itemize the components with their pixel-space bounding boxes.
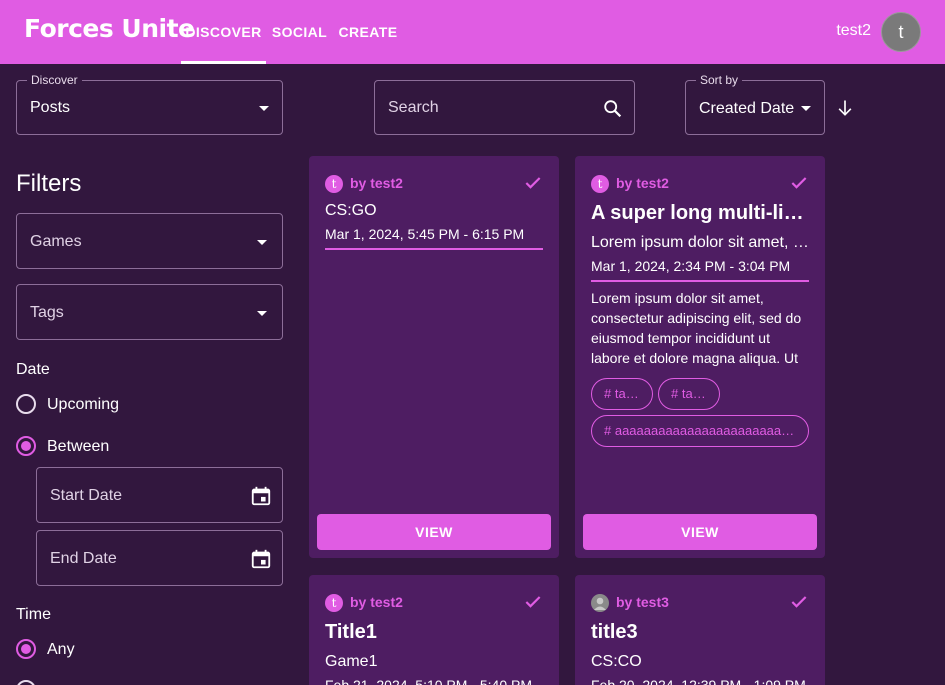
username-label: test2 [836, 22, 871, 39]
post-title: Title1 [325, 621, 377, 643]
active-tab-indicator [181, 61, 266, 64]
post-author[interactable]: by test2 [350, 175, 403, 191]
discover-select[interactable]: Discover Posts [16, 73, 283, 135]
tags-placeholder: Tags [30, 304, 64, 321]
date-label: Date [16, 361, 50, 378]
author-avatar-person [594, 597, 606, 610]
post-title: title3 [591, 621, 638, 643]
check-icon [791, 177, 807, 189]
tab-social[interactable]: SOCIAL [266, 0, 333, 64]
post-time: Feb 21, 2024, 5:10 PM - 5:40 PM [325, 677, 543, 685]
radio-between[interactable] [16, 436, 36, 456]
post-title: A super long multi-line title that goes … [591, 202, 809, 224]
start-date-field[interactable]: Start Date [36, 467, 283, 523]
post-author[interactable]: by test2 [616, 175, 669, 191]
post-game: CS:CO [591, 653, 642, 670]
app-bar: Forces Unite DISCOVER SOCIAL CREATE test… [0, 0, 945, 64]
post-body: Lorem ipsum dolor sit amet, consectetur … [591, 290, 802, 366]
radio-between-label[interactable]: Between [47, 438, 109, 456]
post-time: Feb 20, 2024, 12:39 PM - 1:09 PM [591, 677, 809, 685]
sort-select[interactable]: Sort by Created Date [685, 73, 825, 135]
radio-time-option[interactable] [16, 680, 36, 685]
radio-any-label[interactable]: Any [47, 641, 75, 659]
calendar-icon[interactable] [250, 548, 272, 570]
post-card: by test3 title3 CS:CO Feb 20, 2024, 12:3… [575, 575, 825, 685]
arrow-down-icon[interactable] [835, 98, 855, 118]
chevron-down-icon [257, 240, 267, 245]
author-avatar: t [325, 175, 343, 193]
search-input[interactable]: Search [374, 80, 635, 135]
post-game: Game1 [325, 653, 378, 670]
post-game: CS:GO [325, 202, 377, 219]
discover-select-label: Discover [27, 73, 82, 87]
tab-create[interactable]: CREATE [333, 0, 403, 64]
radio-upcoming-label[interactable]: Upcoming [47, 396, 119, 414]
post-author[interactable]: by test2 [350, 594, 403, 610]
filters-heading: Filters [16, 170, 82, 197]
author-avatar: t [325, 594, 343, 612]
view-button[interactable]: VIEW [583, 514, 817, 550]
games-placeholder: Games [30, 233, 82, 250]
post-time: Mar 1, 2024, 2:34 PM - 3:04 PM [591, 258, 809, 282]
chevron-down-icon [257, 311, 267, 316]
tab-discover[interactable]: DISCOVER [181, 0, 266, 64]
view-button[interactable]: VIEW [317, 514, 551, 550]
avatar[interactable]: t [881, 12, 921, 52]
check-icon [525, 177, 541, 189]
author-avatar: t [591, 175, 609, 193]
person-icon [591, 594, 609, 612]
end-date-placeholder: End Date [50, 550, 117, 567]
radio-upcoming[interactable] [16, 394, 36, 414]
post-game: Lorem ipsum dolor sit amet, consectetur [591, 234, 809, 251]
sort-select-value: Created Date [699, 100, 795, 117]
tag-chip[interactable]: # tag2 [658, 378, 720, 410]
check-icon [791, 596, 807, 608]
post-card: t by test2 A super long multi-line title… [575, 156, 825, 558]
tag-chip[interactable]: # aaaaaaaaaaaaaaaaaaaaaaaaaaaaaaaaaaaaa [591, 415, 809, 447]
app-logo[interactable]: Forces Unite [24, 14, 195, 43]
radio-any[interactable] [16, 639, 36, 659]
chevron-down-icon [259, 106, 269, 111]
post-author[interactable]: by test3 [616, 594, 669, 610]
post-time: Mar 1, 2024, 5:45 PM - 6:15 PM [325, 226, 543, 250]
sort-select-label: Sort by [696, 73, 743, 87]
tags-select[interactable]: Tags [16, 284, 283, 340]
start-date-placeholder: Start Date [50, 487, 123, 504]
search-placeholder: Search [388, 99, 439, 116]
check-icon [525, 596, 541, 608]
discover-select-value: Posts [30, 99, 71, 116]
time-label: Time [16, 606, 51, 623]
post-card: t by test2 CS:GO Mar 1, 2024, 5:45 PM - … [309, 156, 559, 558]
tag-chip[interactable]: # tag1 [591, 378, 653, 410]
games-select[interactable]: Games [16, 213, 283, 269]
calendar-icon[interactable] [250, 485, 272, 507]
chevron-down-icon [801, 106, 811, 111]
search-icon[interactable] [602, 98, 624, 120]
post-card: t by test2 Title1 Game1 Feb 21, 2024, 5:… [309, 575, 559, 685]
end-date-field[interactable]: End Date [36, 530, 283, 586]
